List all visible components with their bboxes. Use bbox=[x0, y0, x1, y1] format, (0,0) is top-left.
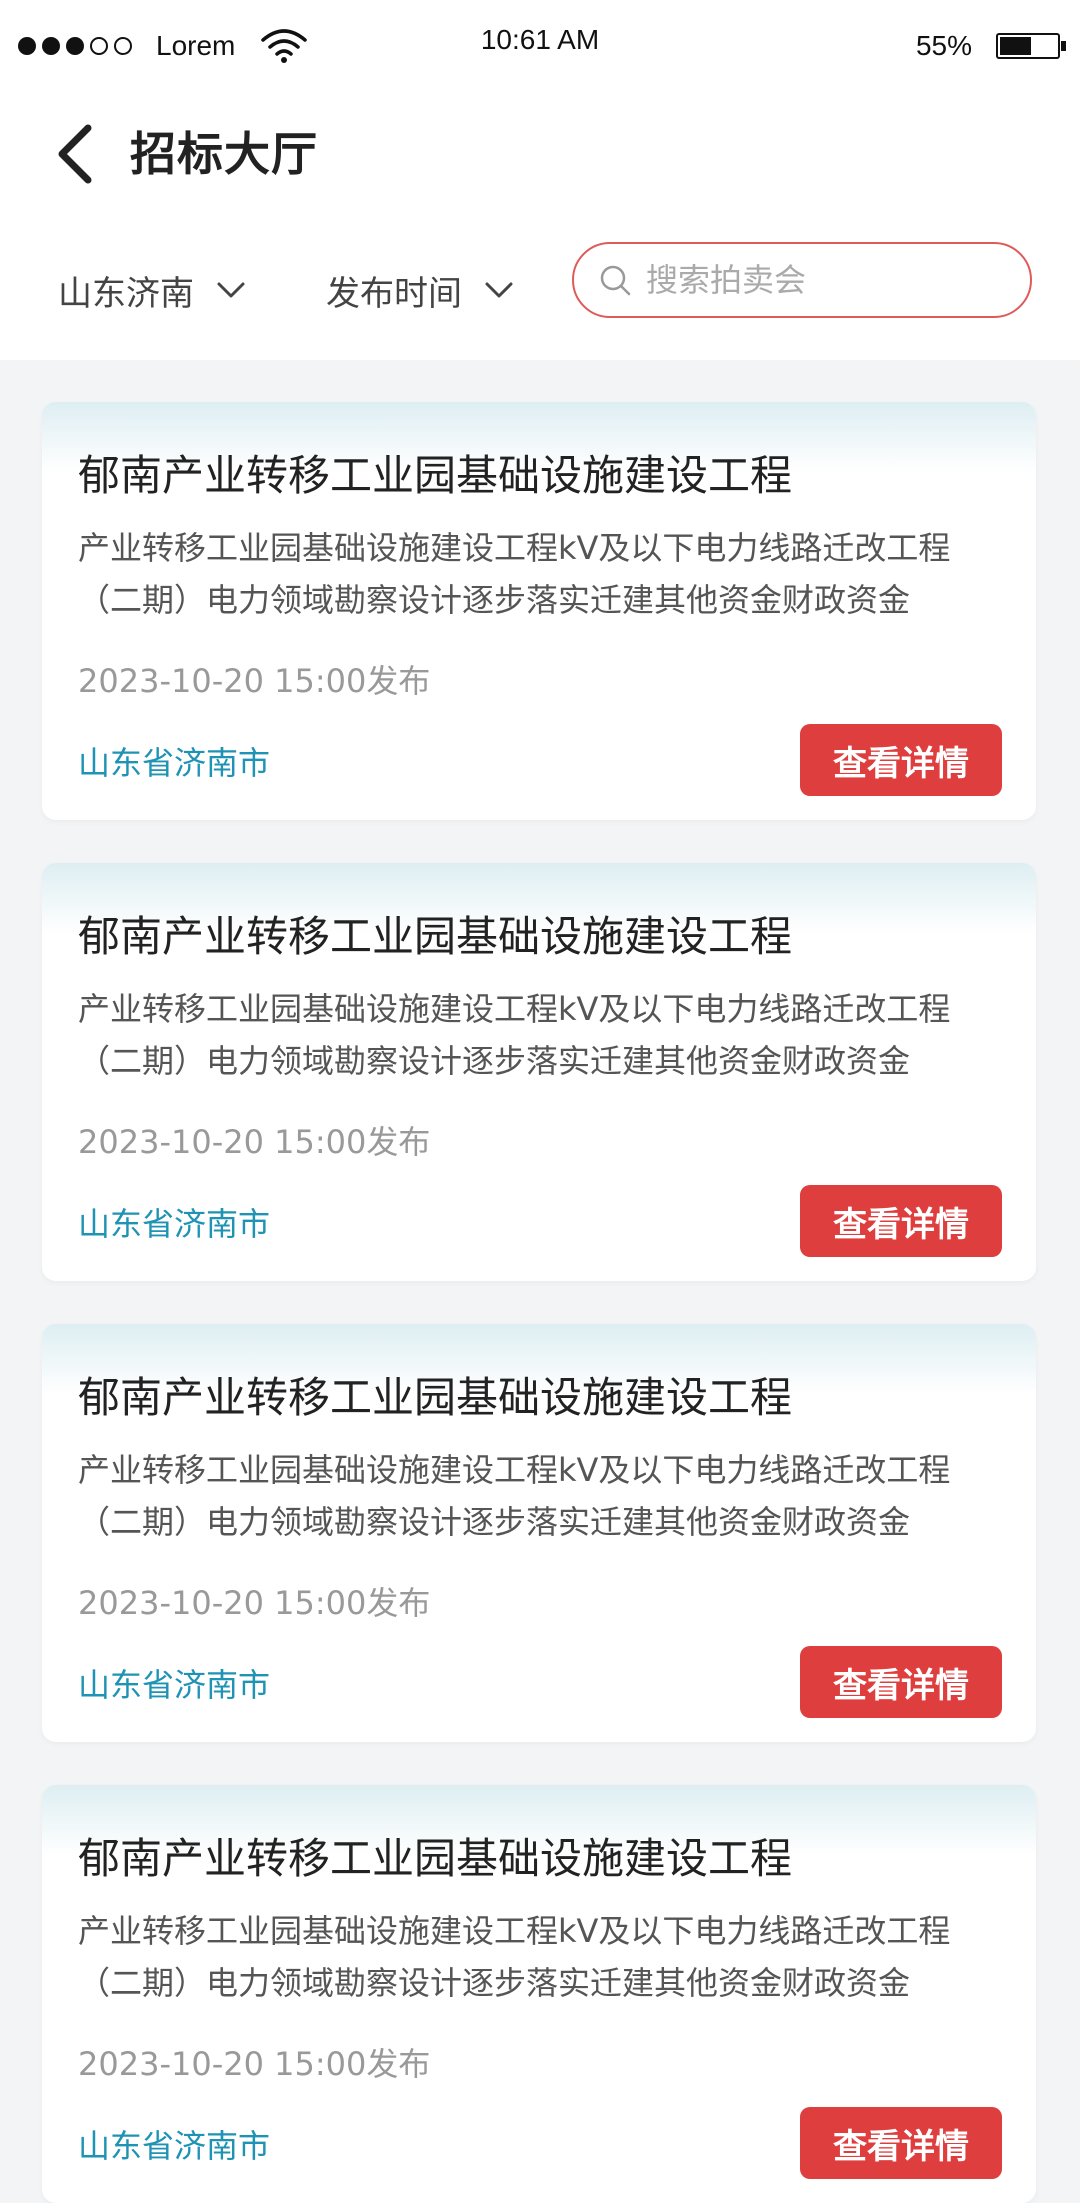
view-details-button[interactable]: 查看详情 bbox=[800, 724, 1002, 796]
tender-date: 2023-10-20 15:00发布 bbox=[78, 1584, 431, 1622]
tender-date: 2023-10-20 15:00发布 bbox=[78, 2045, 431, 2083]
battery-nub bbox=[1061, 41, 1066, 51]
time-filter-dropdown[interactable]: 发布时间 bbox=[326, 260, 514, 320]
chevron-down-icon bbox=[217, 282, 245, 298]
search-input[interactable] bbox=[644, 260, 1028, 300]
view-details-button[interactable]: 查看详情 bbox=[800, 1646, 1002, 1718]
page-header: 招标大厅 山东济南 发布时间 bbox=[0, 90, 1080, 360]
tender-title: 郁南产业转移工业园基础设施建设工程 bbox=[78, 1373, 793, 1422]
page-title: 招标大厅 bbox=[130, 127, 318, 181]
tender-description: 产业转移工业园基础设施建设工程kV及以下电力线路迁改工程（二期）电力领域勘察设计… bbox=[78, 990, 951, 1080]
chevron-left-icon[interactable] bbox=[48, 110, 108, 198]
view-details-button[interactable]: 查看详情 bbox=[800, 2107, 1002, 2179]
tender-title: 郁南产业转移工业园基础设施建设工程 bbox=[78, 1834, 793, 1883]
tender-card[interactable]: 郁南产业转移工业园基础设施建设工程 产业转移工业园基础设施建设工程kV及以下电力… bbox=[42, 863, 1036, 1281]
tender-title: 郁南产业转移工业园基础设施建设工程 bbox=[78, 912, 793, 961]
tender-card[interactable]: 郁南产业转移工业园基础设施建设工程 产业转移工业园基础设施建设工程kV及以下电力… bbox=[42, 1785, 1036, 2203]
tender-date: 2023-10-20 15:00发布 bbox=[78, 1123, 431, 1161]
battery-percent: 55% bbox=[915, 30, 972, 61]
region-filter-label: 山东济南 bbox=[58, 273, 194, 314]
tender-card[interactable]: 郁南产业转移工业园基础设施建设工程 产业转移工业园基础设施建设工程kV及以下电力… bbox=[42, 402, 1036, 820]
tender-title: 郁南产业转移工业园基础设施建设工程 bbox=[78, 451, 793, 500]
region-filter-dropdown[interactable]: 山东济南 bbox=[58, 260, 246, 320]
chevron-down-icon bbox=[485, 282, 513, 298]
tender-location: 山东省济南市 bbox=[78, 1205, 271, 1243]
status-bar: Lorem 10:61 AM 55% bbox=[0, 0, 1080, 90]
tender-description: 产业转移工业园基础设施建设工程kV及以下电力线路迁改工程（二期）电力领域勘察设计… bbox=[78, 529, 951, 619]
tender-description: 产业转移工业园基础设施建设工程kV及以下电力线路迁改工程（二期）电力领域勘察设计… bbox=[78, 1912, 951, 2002]
battery-fill bbox=[1000, 37, 1031, 55]
tender-description: 产业转移工业园基础设施建设工程kV及以下电力线路迁改工程（二期）电力领域勘察设计… bbox=[78, 1451, 951, 1541]
search-box[interactable] bbox=[572, 242, 1032, 318]
tender-location: 山东省济南市 bbox=[78, 1666, 271, 1704]
search-icon bbox=[600, 265, 631, 296]
tender-card[interactable]: 郁南产业转移工业园基础设施建设工程 产业转移工业园基础设施建设工程kV及以下电力… bbox=[42, 1324, 1036, 1742]
tender-location: 山东省济南市 bbox=[78, 2127, 271, 2165]
tender-location: 山东省济南市 bbox=[78, 744, 271, 782]
tender-date: 2023-10-20 15:00发布 bbox=[78, 662, 431, 700]
status-right: 55% bbox=[915, 24, 1066, 68]
view-details-button[interactable]: 查看详情 bbox=[800, 1185, 1002, 1257]
time-filter-label: 发布时间 bbox=[326, 273, 462, 314]
battery-icon bbox=[996, 33, 1066, 59]
